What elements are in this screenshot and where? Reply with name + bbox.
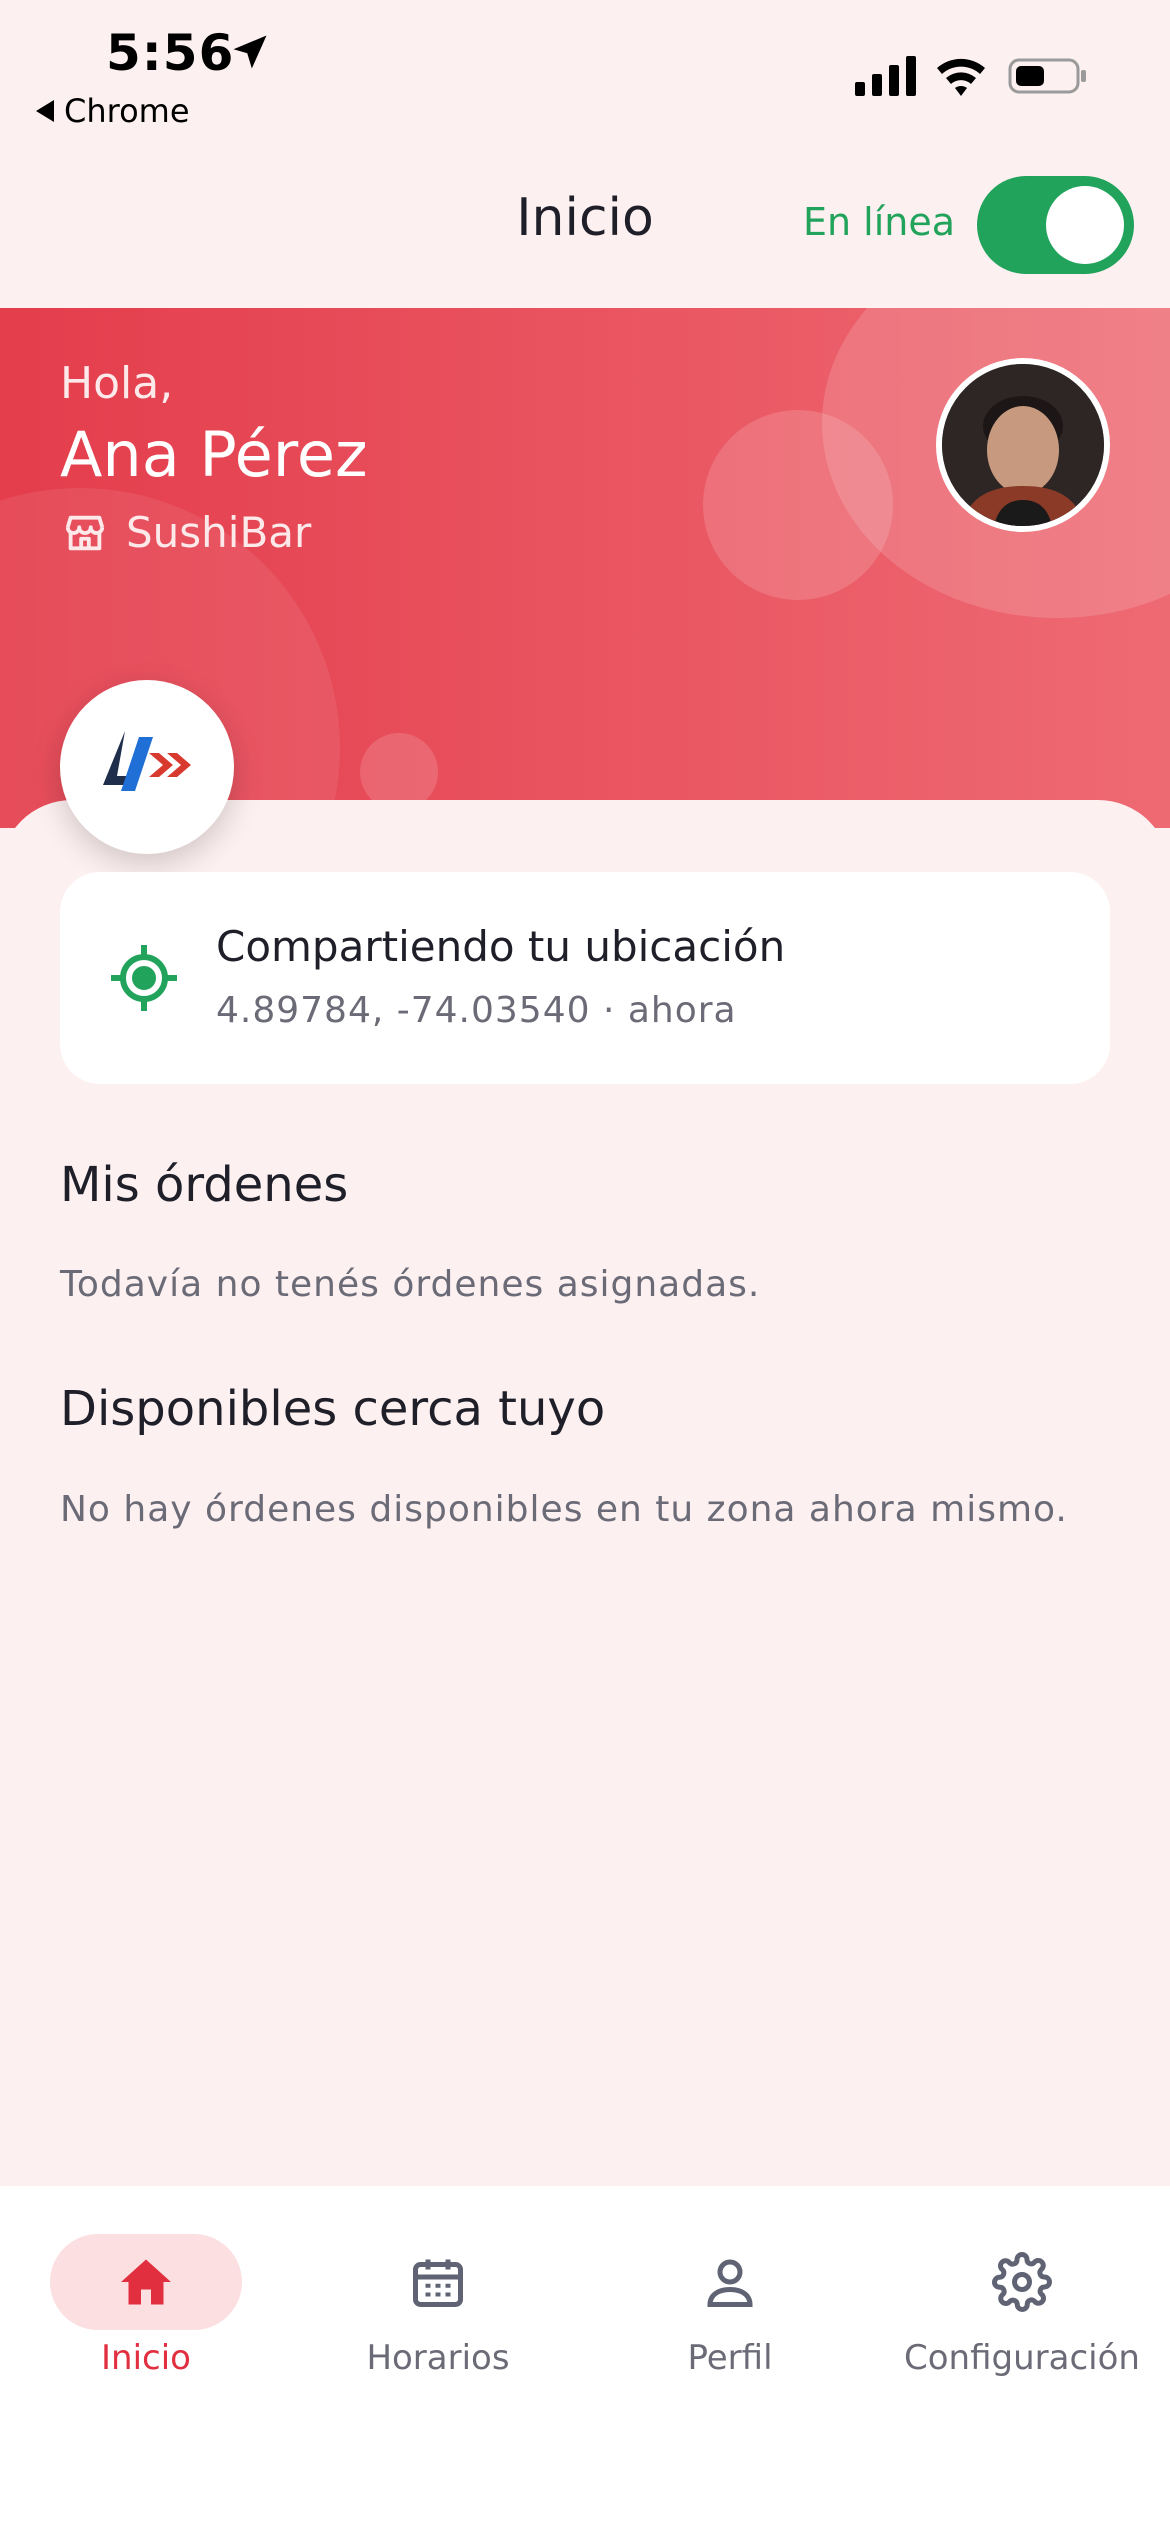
online-toggle[interactable]	[977, 176, 1134, 274]
decor-circle	[703, 410, 893, 600]
company-logo	[60, 680, 234, 854]
status-bar: 5:56 Chrome	[0, 0, 1170, 150]
my-orders-heading: Mis órdenes	[60, 1157, 349, 1213]
back-app-label: Chrome	[64, 92, 190, 130]
tab-label: Perfil	[687, 2338, 773, 2378]
user-name: Ana Pérez	[60, 418, 368, 491]
toggle-knob	[1046, 186, 1124, 264]
nearby-orders-empty-text: No hay órdenes disponibles en tu zona ah…	[60, 1489, 1068, 1530]
location-sharing-card: Compartiendo tu ubicación 4.89784, -74.0…	[60, 872, 1110, 1084]
tab-configuracion[interactable]: Configuración	[876, 2234, 1168, 2378]
greeting-text: Hola,	[60, 358, 174, 409]
avatar[interactable]	[936, 358, 1110, 532]
back-triangle-icon	[36, 100, 54, 122]
wifi-icon	[937, 58, 985, 96]
app-header: Inicio En línea	[0, 150, 1170, 308]
gear-icon	[992, 2252, 1052, 2312]
nearby-orders-heading: Disponibles cerca tuyo	[60, 1381, 606, 1437]
location-coordinates: 4.89784, -74.03540 · ahora	[216, 990, 737, 1031]
location-sharing-title: Compartiendo tu ubicación	[216, 922, 786, 971]
tab-label: Horarios	[366, 2338, 510, 2378]
tab-label: Inicio	[101, 2338, 191, 2378]
calendar-icon	[413, 2259, 463, 2307]
location-arrow-icon	[233, 35, 267, 69]
home-icon	[121, 2259, 171, 2305]
tab-perfil[interactable]: Perfil	[584, 2234, 876, 2378]
bottom-tab-bar: Inicio Horarios Perfil Configuración	[0, 2186, 1170, 2532]
battery-icon	[1008, 58, 1086, 94]
user-icon	[707, 2259, 753, 2307]
my-orders-empty-text: Todavía no tenés órdenes asignadas.	[60, 1264, 761, 1305]
store-icon	[65, 515, 105, 550]
avatar-photo	[942, 364, 1104, 526]
store-name: SushiBar	[126, 508, 312, 557]
cellular-signal-icon	[855, 56, 916, 96]
tab-horarios[interactable]: Horarios	[292, 2234, 584, 2378]
tab-label: Configuración	[904, 2338, 1140, 2378]
crosshair-location-icon	[111, 945, 177, 1011]
logo-chevrons-icon	[103, 731, 191, 791]
status-time: 5:56	[106, 24, 235, 82]
store-info: SushiBar	[62, 508, 311, 557]
tab-inicio[interactable]: Inicio	[0, 2234, 292, 2378]
online-status-label: En línea	[803, 200, 956, 244]
back-to-app-link[interactable]: Chrome	[36, 92, 190, 130]
